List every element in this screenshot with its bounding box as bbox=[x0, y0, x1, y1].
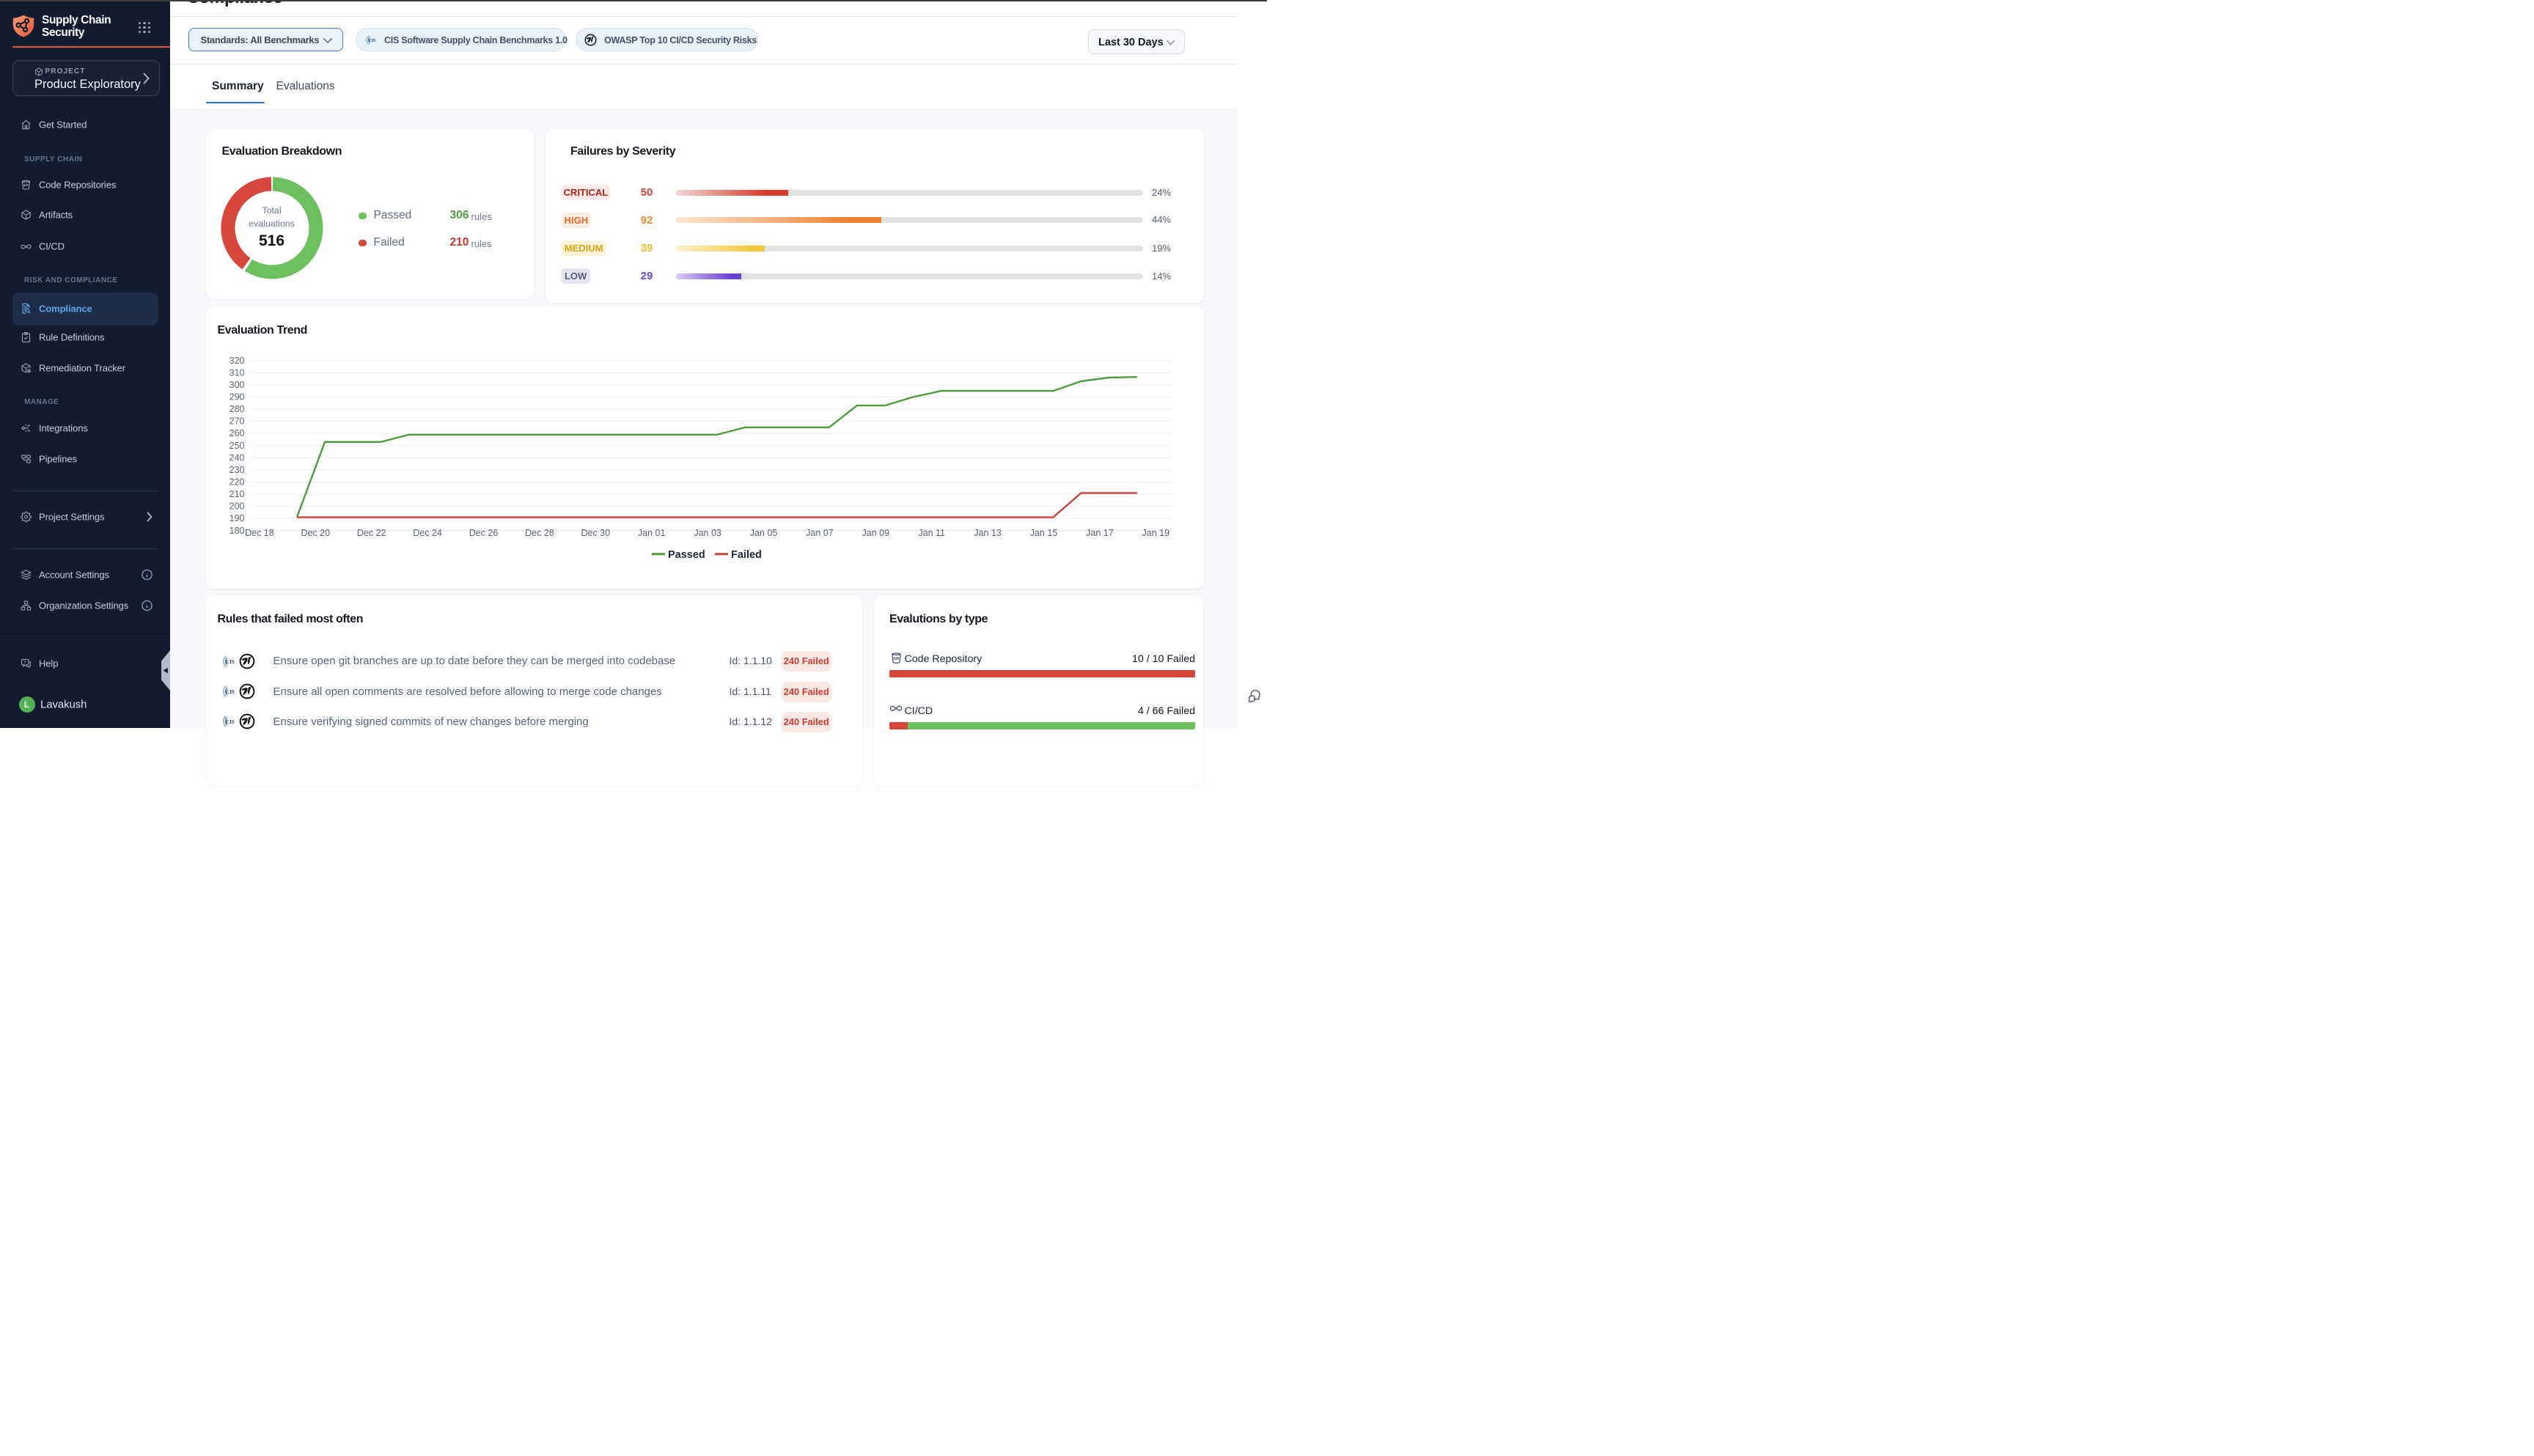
svg-text:Jan 17: Jan 17 bbox=[1086, 528, 1114, 538]
svg-text:Jan 01: Jan 01 bbox=[637, 528, 665, 538]
svg-text:CIS: CIS bbox=[226, 658, 235, 664]
svg-text:290: 290 bbox=[229, 391, 244, 402]
svg-text:270: 270 bbox=[229, 416, 244, 426]
svg-text:Failed: Failed bbox=[731, 548, 762, 560]
svg-text:Jan 15: Jan 15 bbox=[1029, 528, 1057, 538]
svg-text:Dec 20: Dec 20 bbox=[301, 528, 330, 538]
svg-text:Passed: Passed bbox=[668, 548, 705, 560]
svg-text:Jan 03: Jan 03 bbox=[694, 528, 721, 538]
svg-text:Jan 09: Jan 09 bbox=[862, 528, 889, 538]
svg-text:200: 200 bbox=[229, 501, 244, 511]
svg-text:240: 240 bbox=[229, 452, 244, 463]
svg-text:250: 250 bbox=[229, 440, 244, 450]
svg-text:320: 320 bbox=[229, 355, 244, 365]
svg-text:Dec 26: Dec 26 bbox=[469, 528, 498, 538]
svg-text:Dec 28: Dec 28 bbox=[525, 528, 554, 538]
svg-text:190: 190 bbox=[229, 513, 244, 523]
svg-text:Dec 30: Dec 30 bbox=[581, 528, 610, 538]
svg-text:180: 180 bbox=[229, 525, 244, 535]
svg-text:210: 210 bbox=[229, 489, 244, 499]
svg-text:280: 280 bbox=[229, 404, 244, 414]
svg-text:Jan 13: Jan 13 bbox=[974, 528, 1002, 538]
svg-text:Dec 24: Dec 24 bbox=[413, 528, 442, 538]
svg-text:Jan 19: Jan 19 bbox=[1142, 528, 1169, 538]
svg-text:CIS: CIS bbox=[226, 689, 235, 695]
svg-text:CIS: CIS bbox=[226, 719, 235, 725]
svg-text:220: 220 bbox=[229, 477, 244, 487]
svg-text:310: 310 bbox=[229, 367, 244, 378]
svg-text:CIS: CIS bbox=[369, 39, 376, 43]
svg-text:Dec 18: Dec 18 bbox=[245, 528, 274, 538]
svg-text:Jan 07: Jan 07 bbox=[806, 528, 834, 538]
svg-text:Jan 11: Jan 11 bbox=[918, 528, 945, 538]
svg-text:230: 230 bbox=[229, 464, 244, 474]
svg-text:Jan 05: Jan 05 bbox=[749, 528, 777, 538]
svg-text:260: 260 bbox=[229, 428, 244, 438]
svg-text:Dec 22: Dec 22 bbox=[356, 528, 386, 538]
svg-text:?: ? bbox=[23, 661, 26, 665]
svg-text:300: 300 bbox=[229, 379, 244, 389]
